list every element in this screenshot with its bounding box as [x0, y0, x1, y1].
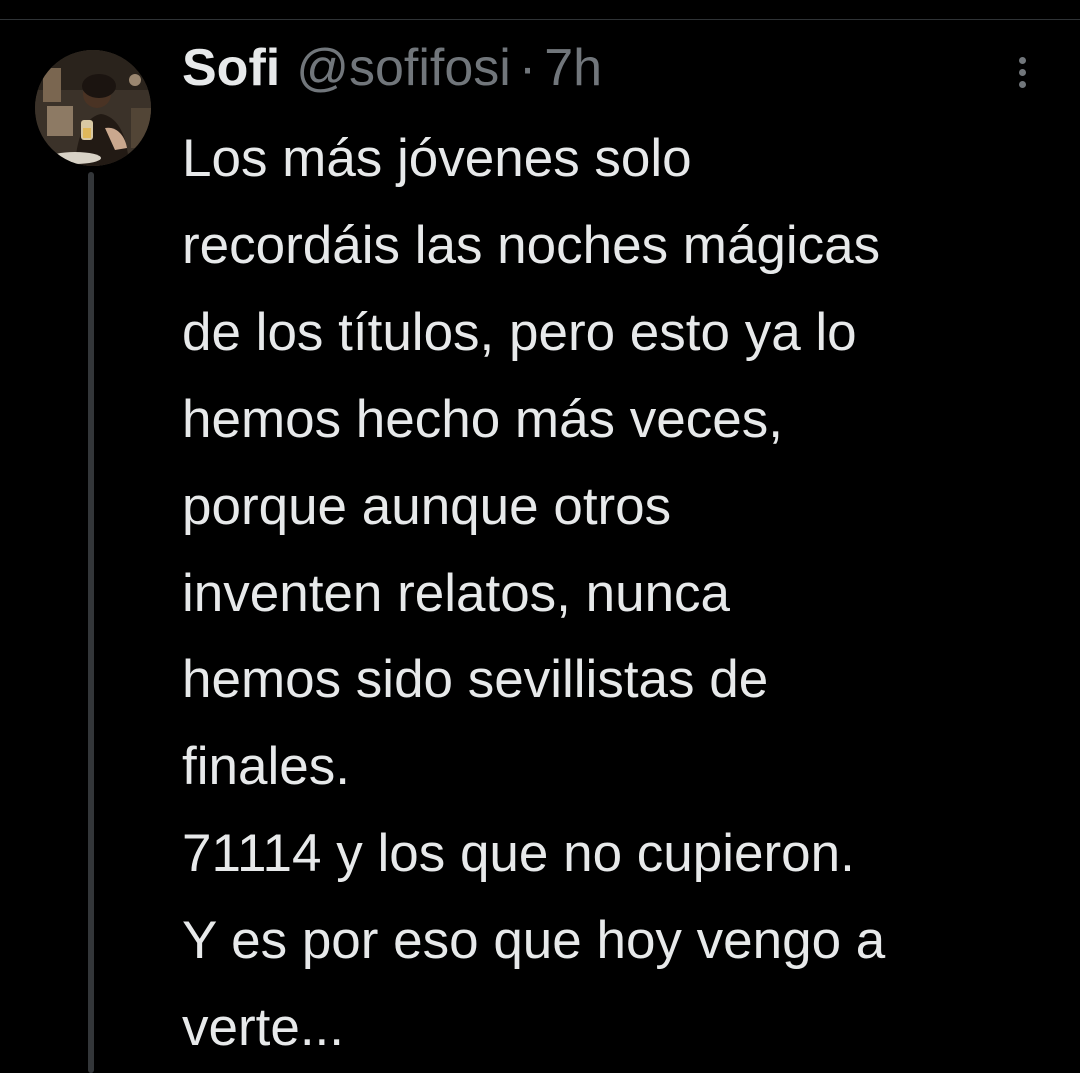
tweet-text-line: porque aunque otros [182, 476, 672, 536]
user-avatar-photo-icon [35, 50, 151, 166]
tweet-timestamp[interactable]: 7h [544, 36, 602, 100]
tweet-text: Los más jóvenes solo recordáis las noche… [182, 116, 1042, 1072]
author-handle[interactable]: @sofifosi [296, 36, 511, 100]
thread-connector-line [88, 172, 94, 1073]
more-vertical-icon-dot [1018, 80, 1026, 88]
more-vertical-icon [1018, 56, 1026, 64]
tweet-header: Sofi @sofifosi · 7h [182, 36, 1042, 100]
more-vertical-icon-dot [1018, 68, 1026, 76]
tweet-content: Sofi @sofifosi · 7h Los más jóvenes solo… [182, 36, 1042, 1072]
tweet-text-line: inventen relatos, nunca [182, 563, 731, 623]
avatar[interactable] [35, 50, 151, 166]
tweet-text-line: recordáis las noches mágicas [182, 215, 881, 275]
tweet-text-line: hemos hecho más veces, [182, 389, 783, 449]
header-separator: · [518, 39, 537, 97]
tweet-text-line: de los títulos, pero esto ya lo [182, 302, 857, 362]
tweet-text-line: 71114 y los que no cupieron. [182, 824, 855, 884]
more-options-button[interactable] [1006, 50, 1038, 94]
tweet-text-line: verte... [182, 998, 345, 1058]
author-display-name[interactable]: Sofi [182, 36, 280, 100]
tweet-text-line: Los más jóvenes solo [182, 129, 692, 188]
tweet-text-line: Y es por eso que hoy vengo a [182, 911, 886, 971]
tweet-text-line: finales. [182, 737, 350, 797]
tweet-text-line: hemos sido sevillistas de [182, 650, 769, 710]
top-divider [0, 19, 1080, 20]
